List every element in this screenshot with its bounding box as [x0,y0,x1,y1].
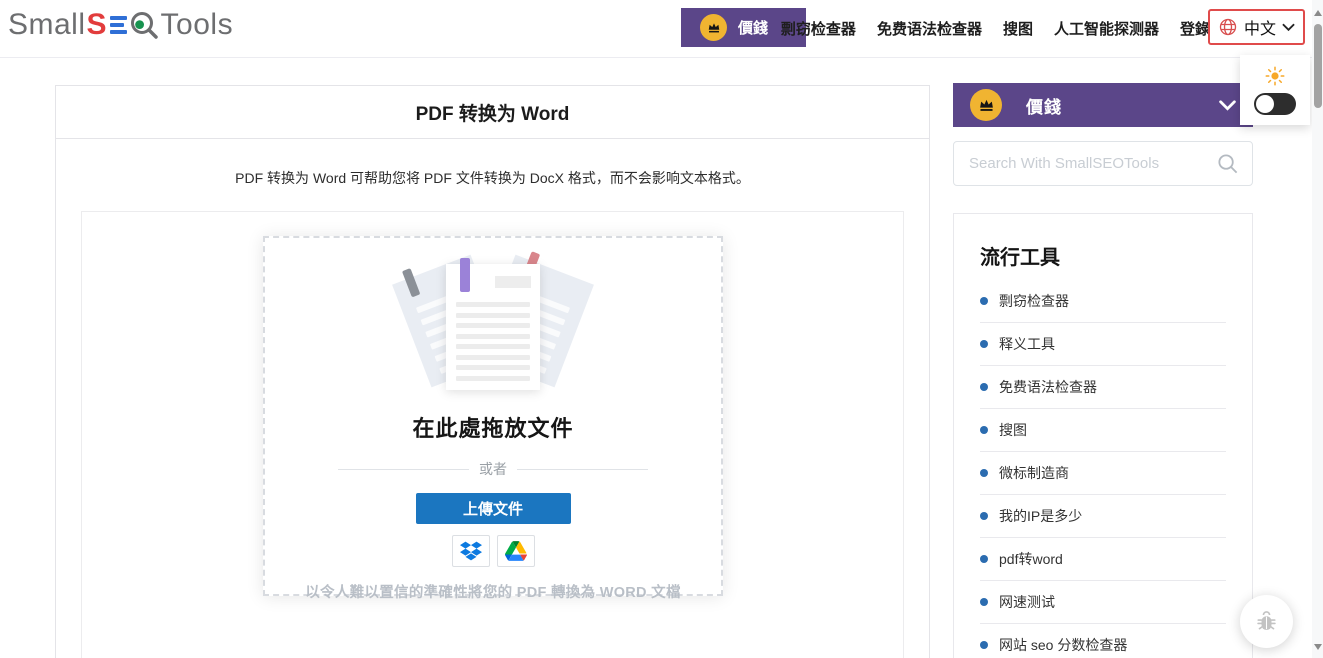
tool-link-logo-maker[interactable]: 微标制造商 [980,452,1226,495]
paper-center [446,264,540,390]
main-nav: 剽窃检查器 免费语法检查器 搜图 人工智能探测器 登錄 [781,0,1210,57]
search-icon[interactable] [1216,152,1239,175]
accuracy-note: 以令人難以置信的準確性將您的 PDF 轉換為 WORD 文檔 [265,581,721,602]
tool-link-label: 剽窃检查器 [999,291,1069,311]
sidebar-pricing-banner[interactable]: 價錢 [953,83,1253,127]
logo-e-icon [110,13,127,37]
or-divider: 或者 [338,459,648,479]
search-input[interactable] [967,154,1216,173]
language-label: 中文 [1244,15,1276,39]
drop-files-heading: 在此處拖放文件 [265,411,721,443]
bullet-icon [980,555,988,563]
bullet-icon [980,641,988,649]
pricing-button-label: 價錢 [738,17,768,38]
nav-item-login[interactable]: 登錄 [1180,18,1210,39]
documents-illustration [403,254,583,402]
tool-card: PDF 转换为 Word PDF 转换为 Word 可帮助您将 PDF 文件转换… [55,85,930,658]
scrollbar-up-arrow[interactable] [1314,10,1322,16]
or-label: 或者 [469,459,517,479]
bullet-icon [980,383,988,391]
tool-description: PDF 转换为 Word 可帮助您将 PDF 文件转换为 DocX 格式，而不会… [56,139,929,188]
tool-link-label: 网速测试 [999,592,1055,612]
report-bug-button[interactable] [1240,595,1293,648]
cloud-import-row [265,535,721,567]
site-logo[interactable]: SmallS Tools [8,8,233,42]
tool-link-speed-test[interactable]: 网速测试 [980,581,1226,624]
tool-link-plagiarism-checker[interactable]: 剽窃检查器 [980,280,1226,323]
tool-link-label: 网站 seo 分数检查器 [999,635,1127,655]
popular-tools-card: 流行工具 剽窃检查器 释义工具 免费语法检查器 搜图 微标制造商 我的IP是多少… [953,213,1253,658]
chevron-down-icon [1219,100,1236,111]
crown-icon [970,89,1002,121]
sidebar-search [953,141,1253,186]
tool-link-label: 我的IP是多少 [999,506,1082,526]
tool-link-pdf-to-word[interactable]: pdf转word [980,538,1226,581]
toggle-knob [1256,95,1274,113]
bullet-icon [980,598,988,606]
scrollbar-down-arrow[interactable] [1314,644,1322,650]
tool-link-reverse-image-search[interactable]: 搜图 [980,409,1226,452]
bullet-icon [980,426,988,434]
dropbox-icon [460,540,482,562]
nav-item-grammar-checker[interactable]: 免费语法检查器 [877,18,982,39]
popular-tools-title: 流行工具 [980,241,1226,270]
bullet-icon [980,469,988,477]
tool-link-grammar-checker[interactable]: 免费语法检查器 [980,366,1226,409]
sun-icon [1265,66,1285,86]
nav-item-ai-detector[interactable]: 人工智能探测器 [1054,18,1159,39]
top-header: SmallS Tools 價錢 剽窃检查器 免费语法检查器 搜图 人工智能探测器 … [0,0,1323,58]
tool-link-what-is-my-ip[interactable]: 我的IP是多少 [980,495,1226,538]
logo-text-tools: Tools [161,8,234,42]
nav-item-plagiarism-checker[interactable]: 剽窃检查器 [781,18,856,39]
dark-mode-toggle[interactable] [1254,93,1296,115]
sidebar-pricing-label: 價錢 [1026,93,1062,118]
page: SmallS Tools 價錢 剽窃检查器 免费语法检查器 搜图 人工智能探测器 … [0,0,1323,658]
page-title: PDF 转换为 Word [56,86,929,139]
page-scrollbar [1312,0,1323,658]
theme-dropdown-panel [1240,55,1310,125]
bullet-icon [980,297,988,305]
file-drop-zone[interactable]: 在此處拖放文件 或者 上傳文件 [263,236,723,596]
tool-link-label: 免费语法检查器 [999,377,1097,397]
tool-link-seo-score-checker[interactable]: 网站 seo 分数检查器 [980,624,1226,658]
language-selector[interactable]: 中文 [1208,9,1305,45]
dropbox-import-button[interactable] [452,535,490,567]
chevron-down-icon [1282,23,1295,32]
paper-clip-purple [460,258,470,292]
tool-link-label: pdf转word [999,549,1063,569]
bullet-icon [980,512,988,520]
nav-item-reverse-image-search[interactable]: 搜图 [1003,18,1033,39]
tool-link-label: 微标制造商 [999,463,1069,483]
upload-file-button[interactable]: 上傳文件 [416,493,571,524]
logo-text-small: Small [8,8,86,42]
globe-icon [1218,17,1238,37]
scrollbar-thumb[interactable] [1314,24,1322,108]
google-drive-icon [505,541,527,561]
tool-link-label: 搜图 [999,420,1027,440]
tool-link-label: 释义工具 [999,334,1055,354]
paper-clip-gray [402,268,420,297]
crown-icon [700,14,727,41]
google-drive-import-button[interactable] [497,535,535,567]
bullet-icon [980,340,988,348]
logo-o-magnifier-icon [129,9,159,41]
logo-text-s: S [87,8,107,42]
tool-link-paraphrasing-tool[interactable]: 释义工具 [980,323,1226,366]
uploader-container: 在此處拖放文件 或者 上傳文件 [81,211,904,658]
bug-icon [1255,610,1278,633]
